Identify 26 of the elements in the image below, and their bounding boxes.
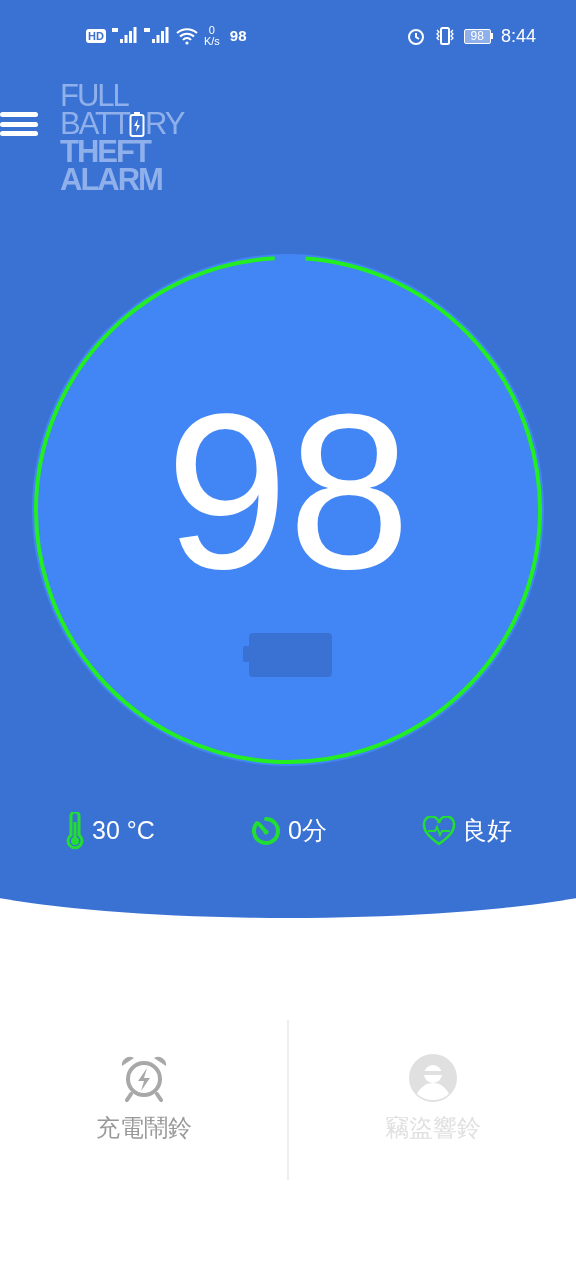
timer-icon: [249, 815, 282, 847]
battery-icon: [243, 632, 333, 678]
stat-value: 30 °C: [92, 815, 155, 847]
thermometer-icon: [64, 812, 86, 850]
signal-icon: [143, 27, 170, 45]
stat-value: 良好: [462, 815, 512, 847]
stat-value: 0分: [287, 815, 327, 847]
battery-charging-icon: [128, 111, 145, 137]
wifi-icon: [175, 27, 198, 45]
logo-text: RY: [144, 110, 184, 138]
status-text: 98: [229, 25, 247, 46]
signal-icon: [111, 27, 138, 45]
hd-icon: HD: [86, 29, 106, 43]
logo-text: FULL: [60, 82, 129, 110]
logo-text: BATT: [60, 110, 129, 138]
menu-button[interactable]: [0, 110, 38, 138]
thief-avatar-icon: [408, 1054, 457, 1102]
net-speed-value: 0: [208, 25, 215, 36]
logo-text: ALARM: [60, 166, 163, 194]
alarm-icon: [405, 26, 426, 46]
net-speed-unit: K/s: [203, 36, 220, 47]
battery-percent: 98: [165, 382, 411, 602]
heart-pulse-icon: [422, 816, 456, 846]
clock-time: 8:44: [500, 24, 536, 48]
logo-text: THEFT: [60, 138, 151, 166]
alarm-mode-button[interactable]: 充電鬧鈴: [0, 1020, 287, 1180]
